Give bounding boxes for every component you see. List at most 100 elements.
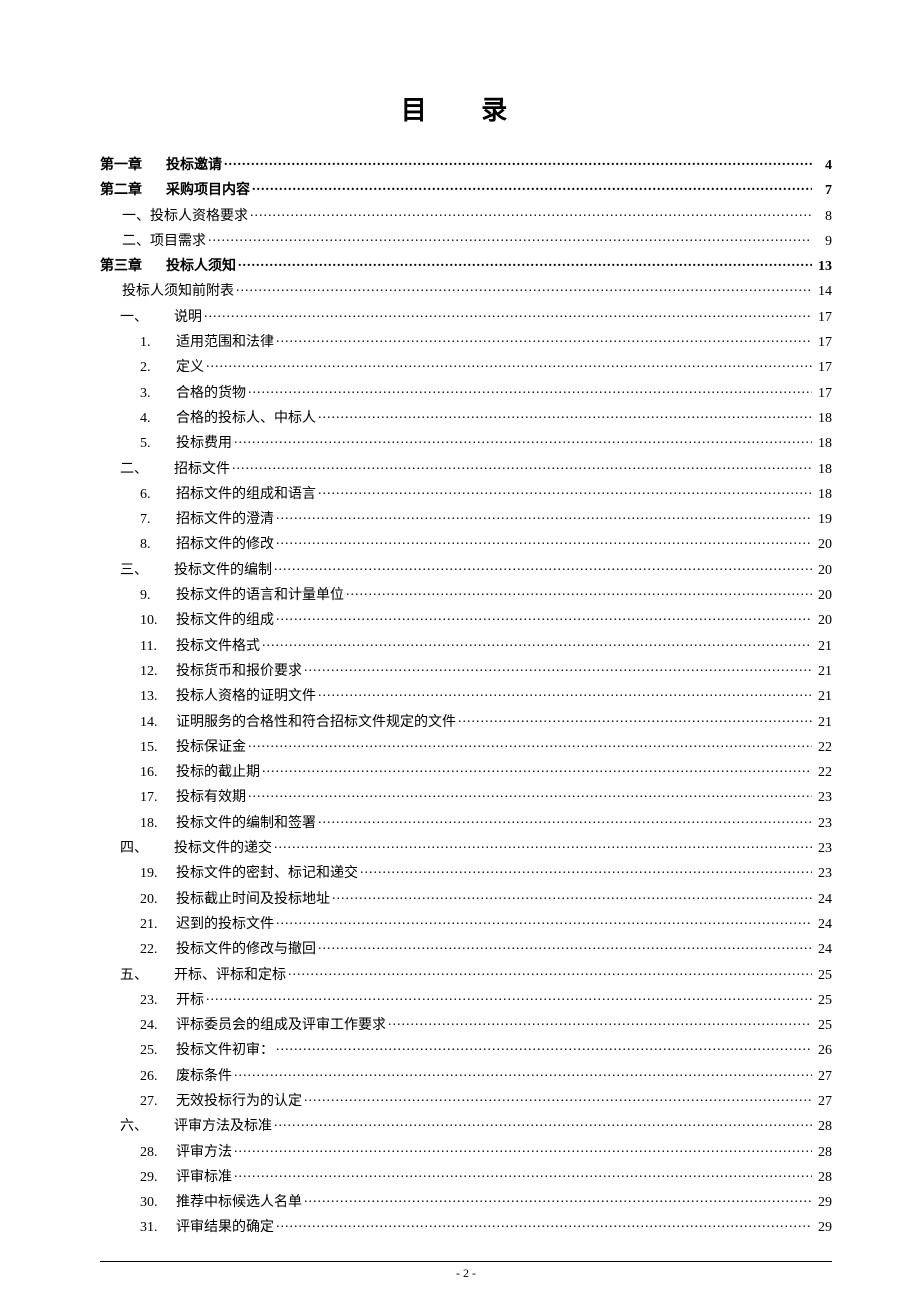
toc-entry-label: 无效投标行为的认定 [176, 1095, 302, 1109]
toc-entry-page: 20 [814, 538, 832, 552]
toc-entry[interactable]: 第三章投标人须知13 [100, 256, 832, 281]
toc-entry[interactable]: 24. 评标委员会的组成及评审工作要求25 [100, 1015, 832, 1040]
toc-entry-label: 投标邀请 [166, 159, 222, 173]
toc-leader-dots [274, 838, 812, 852]
toc-entry-page: 18 [814, 412, 832, 426]
toc-entry-label: 投标文件的编制和签署 [176, 817, 316, 831]
toc-entry[interactable]: 第二章采购项目内容7 [100, 180, 832, 205]
toc-entry-number: 1. [140, 336, 176, 350]
toc-entry[interactable]: 12. 投标货币和报价要求21 [100, 661, 832, 686]
toc-entry[interactable]: 16. 投标的截止期22 [100, 762, 832, 787]
toc-entry[interactable]: 投标人须知前附表 14 [100, 281, 832, 306]
toc-entry-label: 招标文件的澄清 [176, 513, 274, 527]
toc-entry[interactable]: 5.投标费用18 [100, 433, 832, 458]
toc-entry-page: 24 [814, 893, 832, 907]
toc-entry[interactable]: 28. 评审方法28 [100, 1142, 832, 1167]
toc-entry-label: 投标文件的递交 [174, 842, 272, 856]
toc-entry[interactable]: 31. 评审结果的确定29 [100, 1217, 832, 1242]
toc-entry-number: 4. [140, 412, 176, 426]
toc-leader-dots [346, 585, 812, 599]
toc-entry-page: 29 [814, 1221, 832, 1235]
toc-entry-page: 18 [814, 488, 832, 502]
toc-leader-dots [360, 863, 812, 877]
toc-entry[interactable]: 三、投标文件的编制20 [100, 560, 832, 585]
toc-entry[interactable]: 二、项目需求9 [100, 231, 832, 256]
toc-entry-label: 评标委员会的组成及评审工作要求 [176, 1019, 386, 1033]
toc-entry-label: 一、投标人资格要求 [122, 210, 248, 224]
toc-entry[interactable]: 二、招标文件18 [100, 459, 832, 484]
toc-entry-label: 投标人须知 [166, 260, 236, 274]
toc-entry-label: 招标文件 [174, 463, 230, 477]
toc-entry[interactable]: 1.适用范围和法律17 [100, 332, 832, 357]
toc-entry[interactable]: 第一章投标邀请4 [100, 155, 832, 180]
toc-entry-label: 二、项目需求 [122, 235, 206, 249]
toc-entry[interactable]: 3.合格的货物17 [100, 383, 832, 408]
toc-entry-label: 投标文件的语言和计量单位 [176, 589, 344, 603]
toc-entry-page: 14 [814, 285, 832, 299]
toc-entry[interactable]: 五、开标、评标和定标25 [100, 965, 832, 990]
toc-entry-page: 21 [814, 716, 832, 730]
toc-entry[interactable]: 9.投标文件的语言和计量单位20 [100, 585, 832, 610]
toc-entry[interactable]: 19. 投标文件的密封、标记和递交23 [100, 863, 832, 888]
toc-entry-page: 20 [814, 589, 832, 603]
toc-entry-label: 推荐中标候选人名单 [176, 1196, 302, 1210]
toc-entry-label: 投标保证金 [176, 741, 246, 755]
toc-leader-dots [318, 408, 812, 422]
toc-entry[interactable]: 一、投标人资格要求 8 [100, 206, 832, 231]
toc-leader-dots [274, 1116, 812, 1130]
toc-entry[interactable]: 13. 投标人资格的证明文件21 [100, 686, 832, 711]
toc-entry-number: 30. [140, 1196, 176, 1210]
toc-entry[interactable]: 22. 投标文件的修改与撤回24 [100, 939, 832, 964]
toc-entry-label: 迟到的投标文件 [176, 918, 274, 932]
toc-leader-dots [458, 712, 812, 726]
toc-entry[interactable]: 25. 投标文件初审：26 [100, 1040, 832, 1065]
toc-entry[interactable]: 六、评审方法及标准28 [100, 1116, 832, 1141]
toc-entry[interactable]: 27. 无效投标行为的认定 27 [100, 1091, 832, 1116]
toc-entry-number: 15. [140, 741, 176, 755]
toc-entry-label: 废标条件 [176, 1070, 232, 1084]
toc-entry-label: 评审方法及标准 [174, 1120, 272, 1134]
toc-entry[interactable]: 7.招标文件的澄清19 [100, 509, 832, 534]
toc-entry-number: 16. [140, 766, 176, 780]
toc-leader-dots [388, 1015, 812, 1029]
toc-entry[interactable]: 18. 投标文件的编制和签署23 [100, 813, 832, 838]
toc-leader-dots [234, 1167, 812, 1181]
toc-entry-number: 20. [140, 893, 176, 907]
toc-entry-number: 14. [140, 716, 176, 730]
toc-entry[interactable]: 6.招标文件的组成和语言18 [100, 484, 832, 509]
toc-leader-dots [250, 206, 812, 220]
toc-entry-page: 4 [814, 159, 832, 173]
toc-entry-page: 22 [814, 766, 832, 780]
toc-entry[interactable]: 8.招标文件的修改20 [100, 534, 832, 559]
toc-entry[interactable]: 10. 投标文件的组成20 [100, 610, 832, 635]
toc-entry-label: 说明 [174, 311, 202, 325]
toc-entry[interactable]: 15. 投标保证金22 [100, 737, 832, 762]
toc-entry[interactable]: 20. 投标截止时间及投标地址24 [100, 889, 832, 914]
toc-entry-page: 27 [814, 1095, 832, 1109]
toc-entry[interactable]: 29. 评审标准28 [100, 1167, 832, 1192]
toc-entry[interactable]: 21. 迟到的投标文件24 [100, 914, 832, 939]
toc-leader-dots [276, 610, 812, 624]
toc-entry-label: 评审方法 [176, 1146, 232, 1160]
toc-entry[interactable]: 23. 开标25 [100, 990, 832, 1015]
toc-entry-number: 第三章 [100, 260, 166, 274]
toc-entry-number: 26. [140, 1070, 176, 1084]
toc-entry[interactable]: 26. 废标条件27 [100, 1066, 832, 1091]
toc-entry-label: 投标人须知前附表 [122, 285, 234, 299]
toc-entry[interactable]: 30. 推荐中标候选人名单29 [100, 1192, 832, 1217]
toc-entry[interactable]: 一、说明17 [100, 307, 832, 332]
toc-entry-page: 8 [814, 210, 832, 224]
toc-entry[interactable]: 4.合格的投标人、中标人18 [100, 408, 832, 433]
toc-entry-number: 10. [140, 614, 176, 628]
toc-entry[interactable]: 2.定义17 [100, 357, 832, 382]
toc-entry[interactable]: 11. 投标文件格式21 [100, 636, 832, 661]
toc-leader-dots [332, 889, 812, 903]
toc-entry-number: 27. [140, 1095, 176, 1109]
toc-entry[interactable]: 四、 投标文件的递交23 [100, 838, 832, 863]
toc-leader-dots [276, 534, 812, 548]
toc-entry-page: 19 [814, 513, 832, 527]
toc-entry-number: 5. [140, 437, 176, 451]
toc-entry-label: 合格的货物 [176, 387, 246, 401]
toc-entry[interactable]: 14. 证明服务的合格性和符合招标文件规定的文件21 [100, 712, 832, 737]
toc-entry[interactable]: 17. 投标有效期23 [100, 787, 832, 812]
